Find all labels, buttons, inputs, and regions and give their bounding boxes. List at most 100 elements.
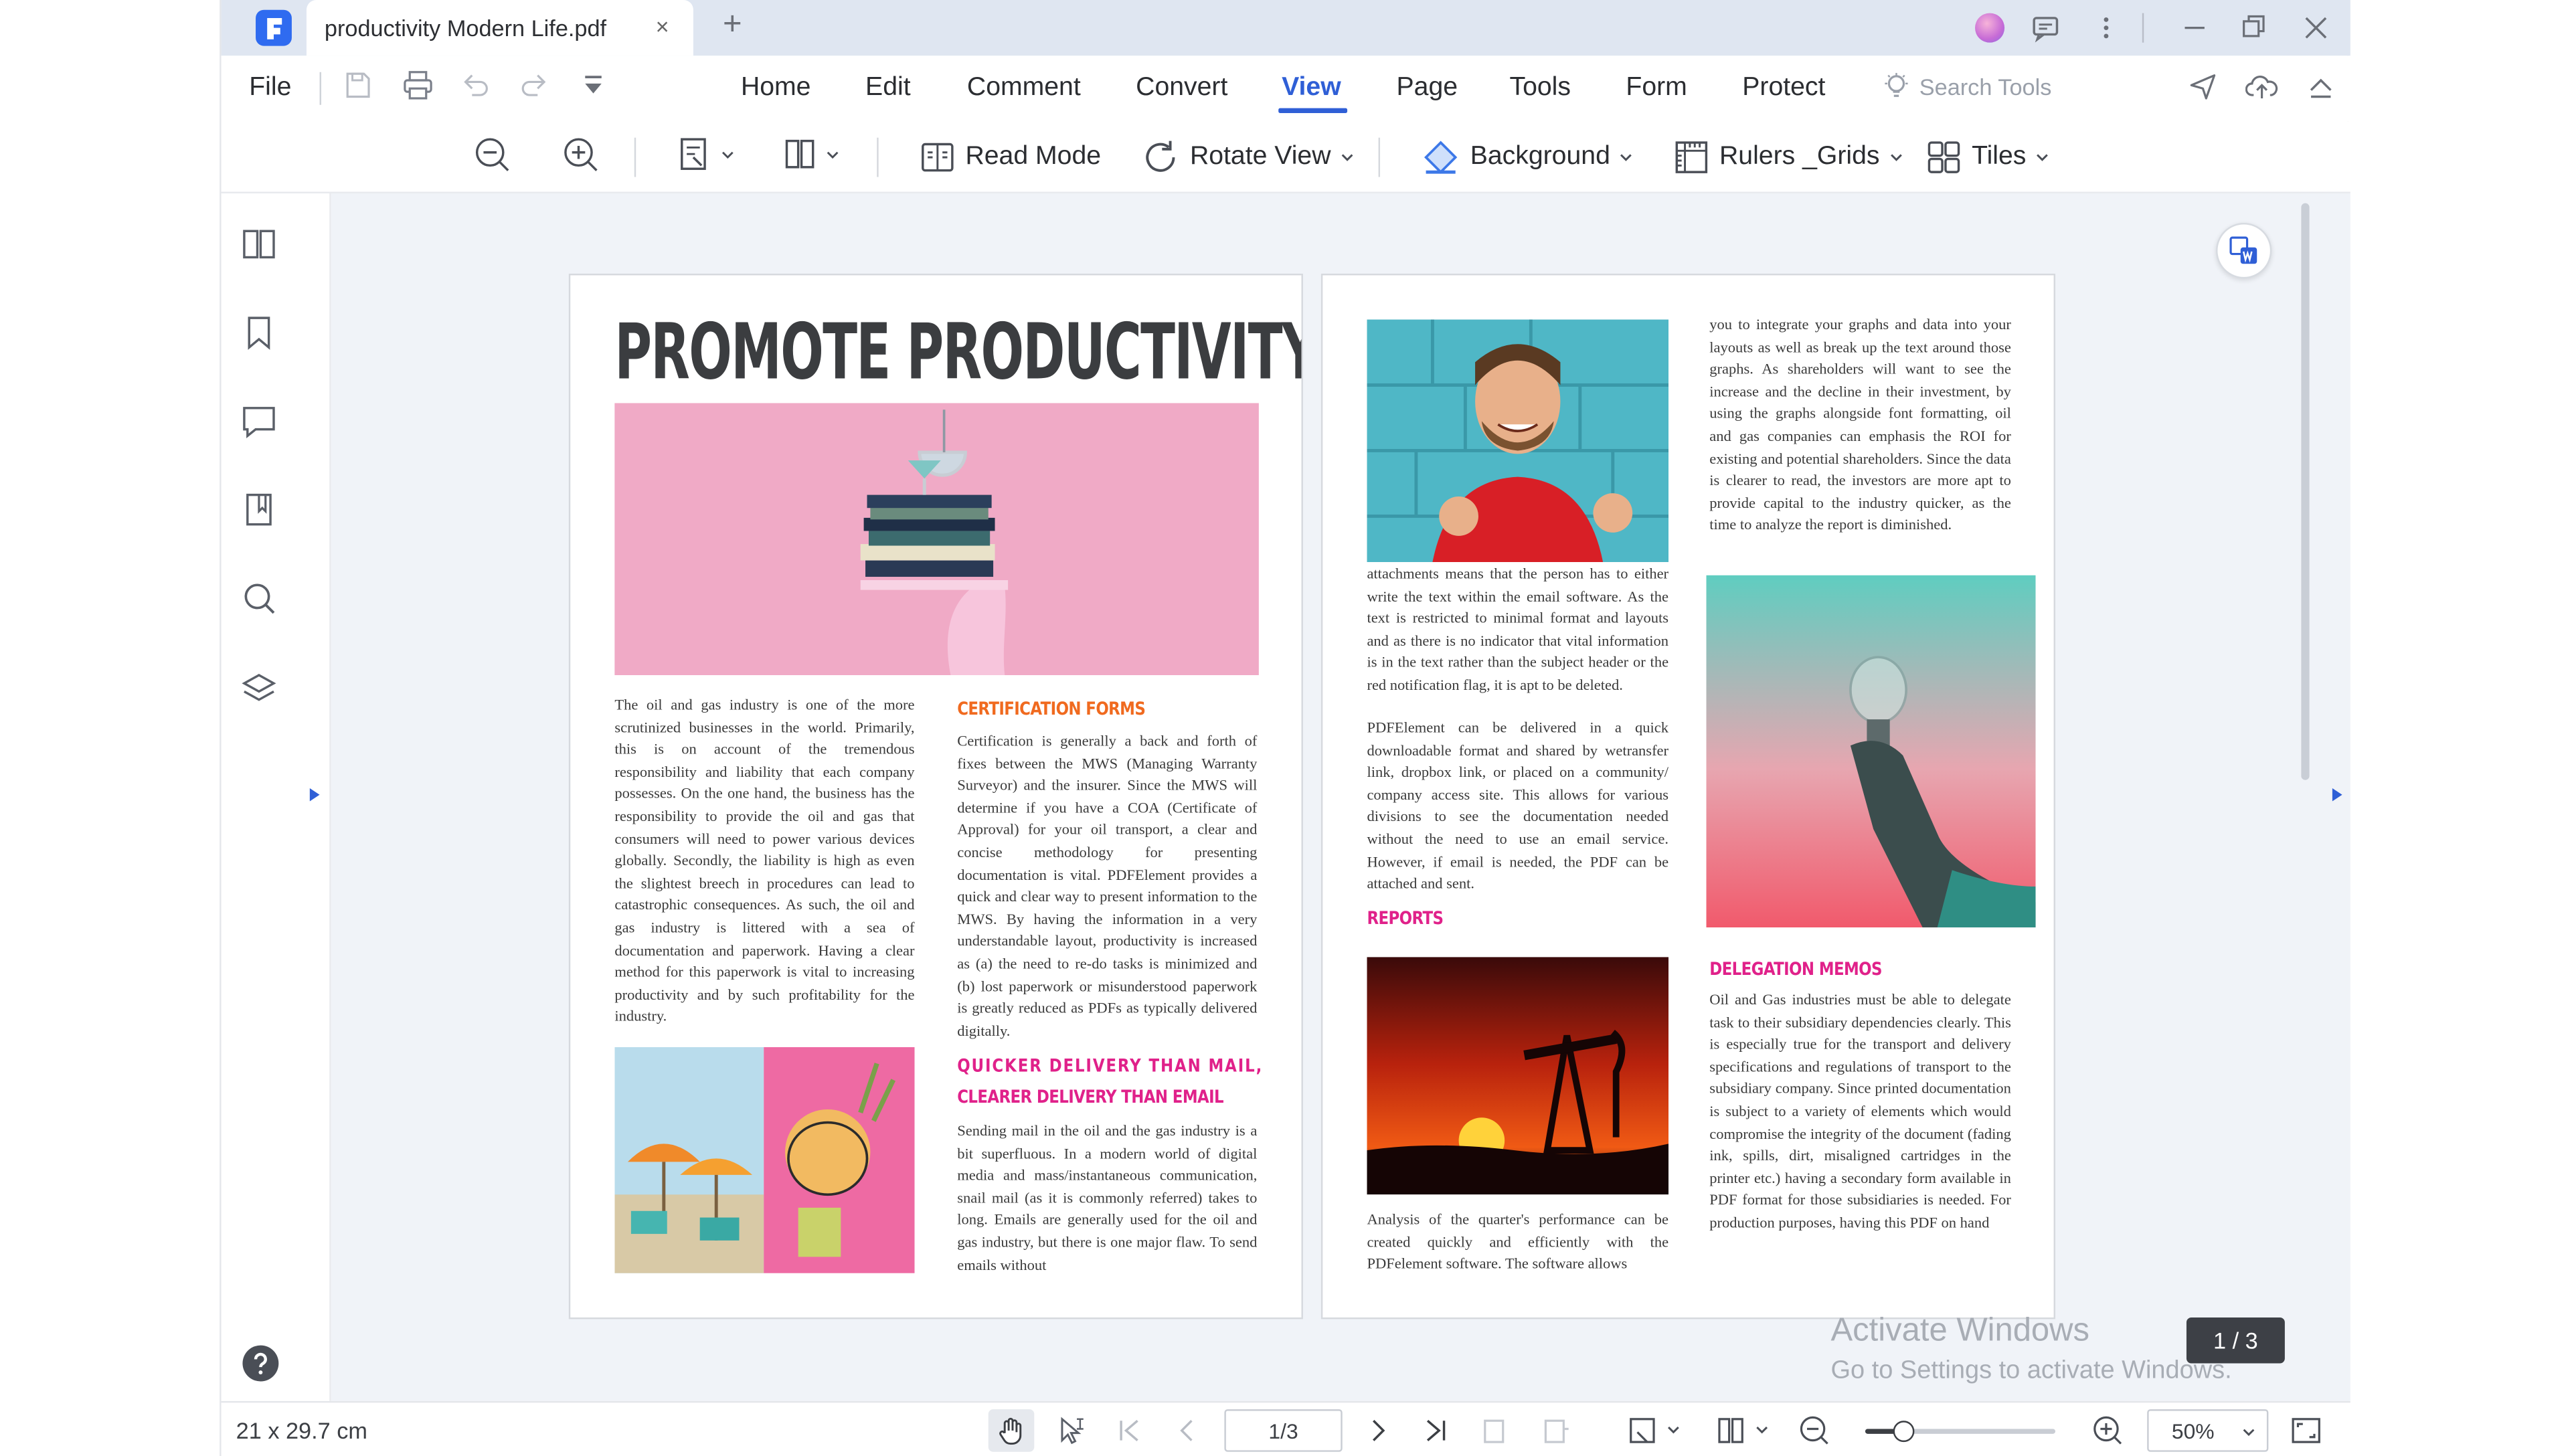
certification-heading: CERTIFICATION FORMS (957, 698, 1146, 720)
reports-text: Analysis of the quarter's performance ca… (1367, 1210, 1669, 1272)
undo-icon[interactable] (460, 70, 490, 100)
toolbar-separator (634, 137, 636, 177)
beach-umbrellas-image (614, 1046, 915, 1273)
redo-icon[interactable] (519, 70, 549, 100)
close-tab-icon[interactable]: × (656, 13, 669, 39)
rulers-grids-label: Rulers _Grids (1719, 143, 1880, 171)
minimize-icon[interactable] (2182, 13, 2208, 43)
menu-tools[interactable]: Tools (1510, 74, 1571, 103)
pdf-page-1[interactable]: PROMOTE PRODUCTIVITY The oil and gas ind… (568, 273, 1303, 1320)
page2-left-text: attachments means that the person has to… (1367, 565, 1669, 693)
first-page-icon[interactable] (1114, 1416, 1144, 1445)
rotate-view-label: Rotate View (1189, 143, 1331, 171)
status-zoom-in-icon[interactable] (2091, 1414, 2124, 1447)
status-zoom-out-icon[interactable] (1798, 1414, 1831, 1447)
restore-icon[interactable] (2241, 13, 2267, 43)
last-page-icon[interactable] (1421, 1416, 1450, 1445)
print-icon[interactable] (402, 70, 434, 100)
menu-view[interactable]: View (1282, 74, 1341, 103)
word-convert-icon (2227, 234, 2260, 267)
new-tab-icon[interactable]: + (723, 7, 742, 44)
fit-mode-icon[interactable] (1628, 1416, 1683, 1445)
document-tab[interactable]: productivity Modern Life.pdf × (306, 0, 693, 56)
ruler-icon (1673, 139, 1709, 175)
cloud-upload-icon[interactable] (2245, 72, 2278, 102)
menu-page[interactable]: Page (1397, 74, 1458, 103)
feedback-icon[interactable] (2031, 13, 2060, 43)
file-menu[interactable]: File (249, 74, 291, 103)
page-layout-icon[interactable] (782, 134, 841, 174)
tiles-label: Tiles (1972, 143, 2027, 171)
background-label: Background (1470, 143, 1610, 171)
share-icon[interactable] (2188, 72, 2217, 102)
background-button[interactable]: Background (1421, 134, 1633, 181)
delegation-text: Oil and Gas industries must be able to d… (1709, 991, 2011, 1231)
quicker-delivery-heading-line1: QUICKER DELIVERY THAN MAIL, (957, 1055, 1264, 1077)
menu-home[interactable]: Home (741, 74, 811, 103)
menu-edit[interactable]: Edit (865, 74, 911, 103)
document-canvas[interactable]: PROMOTE PRODUCTIVITY The oil and gas ind… (331, 193, 2350, 1401)
title-separator (2142, 13, 2144, 43)
select-cursor-icon[interactable] (1057, 1416, 1087, 1445)
convert-to-word-button[interactable] (2216, 223, 2272, 279)
vertical-scrollbar[interactable] (2301, 203, 2310, 780)
page1-col1-text: The oil and gas industry is one of the m… (614, 696, 915, 1025)
zoom-slider-thumb[interactable] (1893, 1421, 1915, 1443)
zoom-select[interactable]: 50% (2147, 1409, 2269, 1452)
menu-comment[interactable]: Comment (967, 74, 1081, 103)
zoom-value: 50% (2171, 1419, 2215, 1444)
hand-icon (997, 1416, 1026, 1445)
rulers-grids-button[interactable]: Rulers _Grids (1673, 134, 1902, 181)
rotate-page-left-icon[interactable] (1480, 1416, 1509, 1445)
read-mode-icon (920, 139, 956, 175)
active-menu-underline (1278, 108, 1348, 113)
save-icon[interactable] (343, 70, 372, 100)
page1-headline: PROMOTE PRODUCTIVITY (614, 308, 1303, 399)
close-window-icon[interactable] (2303, 13, 2329, 43)
expand-panel-icon[interactable] (308, 787, 321, 803)
user-avatar[interactable] (1975, 13, 2005, 43)
thumbnails-icon[interactable] (241, 226, 277, 262)
fullscreen-icon[interactable] (2290, 1414, 2322, 1447)
page-display-icon[interactable] (1716, 1416, 1772, 1445)
hero-books-image (614, 403, 1259, 675)
right-panel-expand-icon[interactable] (2330, 787, 2344, 803)
lightbulb-hand-image (1706, 575, 2036, 928)
more-options-icon[interactable] (2095, 13, 2118, 43)
zoom-out-icon[interactable] (472, 134, 511, 174)
app-logo-icon (256, 9, 292, 46)
customize-dropdown-icon[interactable] (578, 70, 608, 100)
tiles-button[interactable]: Tiles (1926, 134, 2049, 181)
zoom-slider[interactable] (1865, 1421, 2056, 1443)
comment-icon[interactable] (241, 403, 277, 439)
menu-convert[interactable]: Convert (1136, 74, 1227, 103)
menu-form[interactable]: Form (1626, 74, 1687, 103)
tiles-icon (1926, 139, 1962, 175)
page-number-value: 1/3 (1268, 1418, 1298, 1443)
zoom-in-icon[interactable] (561, 134, 600, 174)
next-page-icon[interactable] (1364, 1416, 1393, 1445)
search-icon[interactable] (241, 580, 277, 616)
chevron-down-icon (1620, 151, 1634, 164)
bookmark-icon[interactable] (241, 314, 277, 351)
read-mode-button[interactable]: Read Mode (920, 134, 1101, 181)
search-tools-button[interactable]: Search Tools (1883, 72, 2051, 102)
toolbar-separator (877, 137, 879, 177)
rotate-icon (1140, 138, 1180, 177)
pdf-page-2[interactable]: you to integrate your graphs and data in… (1320, 273, 2056, 1320)
rotate-page-right-icon[interactable] (1541, 1416, 1570, 1445)
layers-icon[interactable] (241, 672, 277, 708)
chevron-down-icon (1341, 151, 1354, 164)
previous-page-icon[interactable] (1172, 1416, 1201, 1445)
fit-page-icon[interactable] (677, 134, 736, 174)
help-icon[interactable] (241, 1344, 280, 1383)
collapse-ribbon-icon[interactable] (2308, 72, 2334, 102)
menu-protect[interactable]: Protect (1742, 74, 1825, 103)
hand-tool-button[interactable] (988, 1409, 1035, 1452)
attachment-icon[interactable] (241, 492, 277, 528)
page-number-input[interactable]: 1/3 (1224, 1409, 1343, 1452)
certification-text: Certification is generally a back and fo… (957, 732, 1258, 1038)
page-indicator-text: 1 / 3 (2213, 1327, 2258, 1354)
rotate-view-button[interactable]: Rotate View (1140, 134, 1353, 181)
page-indicator-badge: 1 / 3 (2186, 1317, 2285, 1364)
